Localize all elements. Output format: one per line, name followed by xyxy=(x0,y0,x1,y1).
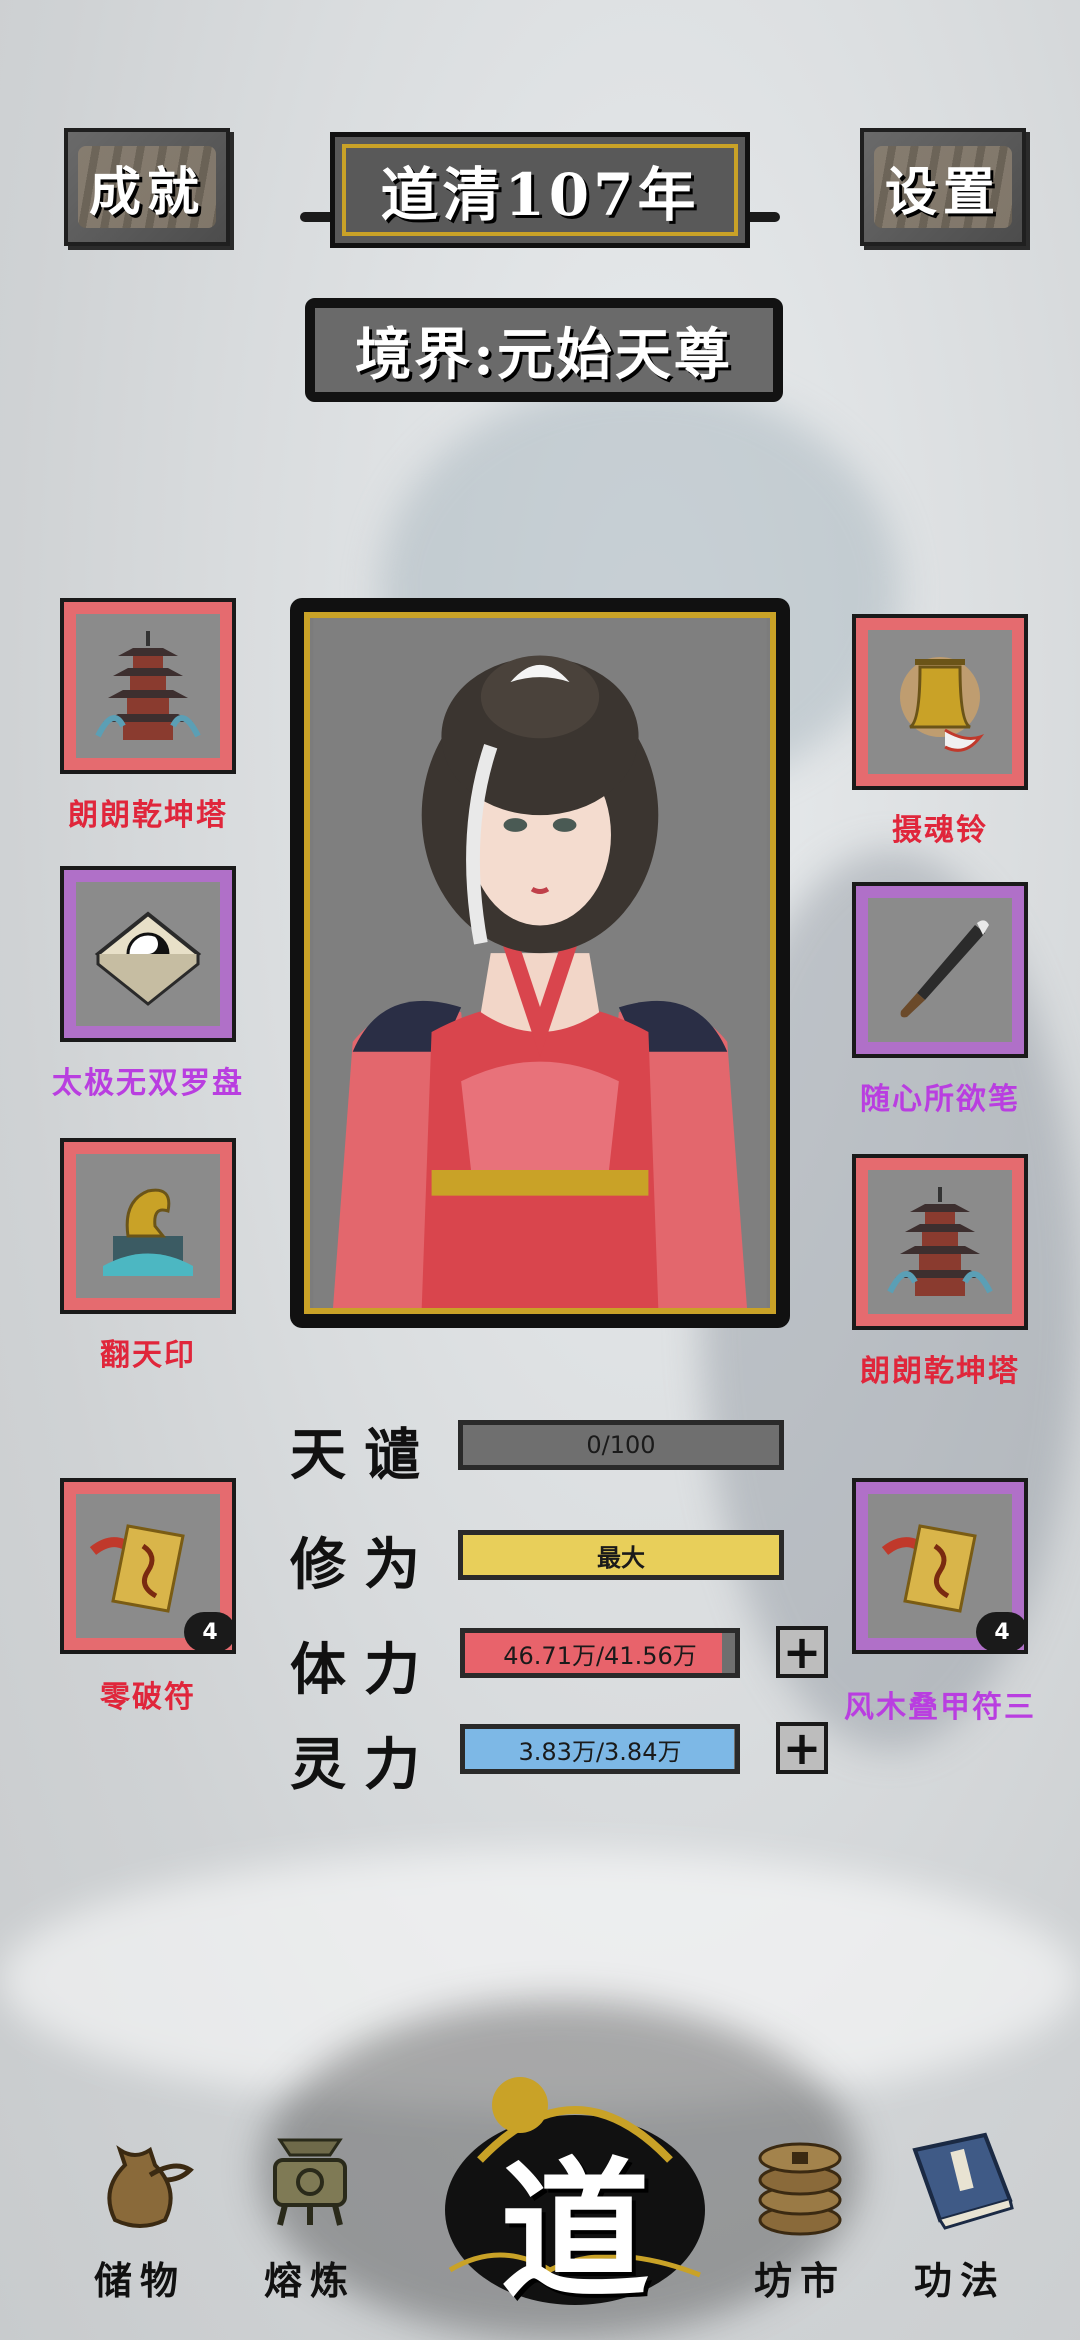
year-banner: 道清107年 xyxy=(330,132,750,248)
achievements-button[interactable]: 成就 xyxy=(64,128,230,246)
scripture-book-icon xyxy=(912,2132,1014,2230)
equip-name-right-4: 风木叠甲符三 xyxy=(844,1690,1036,1725)
equip-slot-left-4[interactable]: 4 xyxy=(60,1478,236,1654)
cauldron-icon xyxy=(273,2138,347,2226)
stamina-bar: 46.71万/41.56万 xyxy=(460,1628,740,1678)
equip-slot-left-1[interactable] xyxy=(60,598,236,774)
nav-smelt[interactable]: 熔炼 xyxy=(240,2120,380,2305)
equip-slot-left-3[interactable] xyxy=(60,1138,236,1314)
spirit-value: 3.83万/3.84万 xyxy=(518,1737,682,1766)
character-illustration xyxy=(313,618,767,1308)
equip-slot-right-4[interactable]: 4 xyxy=(852,1478,1028,1654)
item-count-badge: 4 xyxy=(184,1612,236,1652)
equip-name-right-3: 朗朗乾坤塔 xyxy=(860,1354,1020,1389)
cultivation-value: 最大 xyxy=(597,1543,645,1572)
coin-stack-icon xyxy=(758,2142,842,2236)
pouch-icon xyxy=(107,2145,194,2228)
equip-slot-right-3[interactable] xyxy=(852,1154,1028,1330)
nav-smelt-label: 熔炼 xyxy=(263,2258,356,2303)
spirit-plus-button[interactable]: + xyxy=(776,1721,828,1775)
spirit-label: 灵力 xyxy=(290,1732,438,1798)
nav-dao-button[interactable]: 道 xyxy=(440,2070,710,2319)
compass-icon xyxy=(94,911,202,1006)
equip-name-left-1: 朗朗乾坤塔 xyxy=(68,798,228,833)
settings-label: 设置 xyxy=(884,161,1001,223)
nav-storage-label: 储物 xyxy=(93,2258,186,2303)
pagoda-icon xyxy=(95,631,201,740)
equip-slot-right-1[interactable] xyxy=(852,614,1028,790)
equip-name-right-2: 随心所欲笔 xyxy=(860,1082,1020,1117)
bell-icon xyxy=(900,657,985,752)
brush-icon xyxy=(900,920,989,1018)
tribulation-label: 天谴 xyxy=(290,1422,438,1488)
talisman-icon xyxy=(89,1524,185,1613)
settings-button[interactable]: 设置 xyxy=(860,128,1026,246)
character-portrait xyxy=(304,612,776,1314)
realm-label: 境界:元始天尊 xyxy=(355,321,733,388)
pagoda-icon xyxy=(887,1187,993,1296)
nav-market-label: 坊市 xyxy=(753,2258,846,2303)
tribulation-value: 0/100 xyxy=(586,1431,656,1459)
equip-name-right-1: 摄魂铃 xyxy=(892,813,988,848)
achievements-label: 成就 xyxy=(88,161,205,223)
cultivation-bar: 最大 xyxy=(458,1530,784,1580)
equip-name-left-3: 翻天印 xyxy=(100,1338,196,1373)
realm-banner: 境界:元始天尊 xyxy=(305,298,783,402)
nav-storage[interactable]: 储物 xyxy=(70,2120,210,2305)
nav-skills-label: 功法 xyxy=(913,2258,1006,2303)
seal-icon xyxy=(103,1188,193,1276)
stamina-plus-button[interactable]: + xyxy=(776,1625,828,1679)
equip-name-left-2: 太极无双罗盘 xyxy=(52,1066,244,1101)
cultivation-label: 修为 xyxy=(290,1532,438,1598)
character-portrait-frame[interactable] xyxy=(290,598,790,1328)
nav-dao-label: 道 xyxy=(499,2143,650,2319)
item-count-badge: 4 xyxy=(976,1612,1028,1652)
stamina-label: 体力 xyxy=(290,1637,438,1703)
equip-slot-right-2[interactable] xyxy=(852,882,1028,1058)
talisman-icon xyxy=(881,1524,977,1613)
equip-slot-left-2[interactable] xyxy=(60,866,236,1042)
equip-name-left-4: 零破符 xyxy=(100,1680,196,1715)
stamina-value: 46.71万/41.56万 xyxy=(503,1641,697,1670)
spirit-bar: 3.83万/3.84万 xyxy=(460,1724,740,1774)
tribulation-bar: 0/100 xyxy=(458,1420,784,1470)
nav-market[interactable]: 坊市 xyxy=(730,2120,870,2305)
nav-skills[interactable]: 功法 xyxy=(890,2120,1030,2305)
year-label: 道清107年 xyxy=(380,161,700,229)
